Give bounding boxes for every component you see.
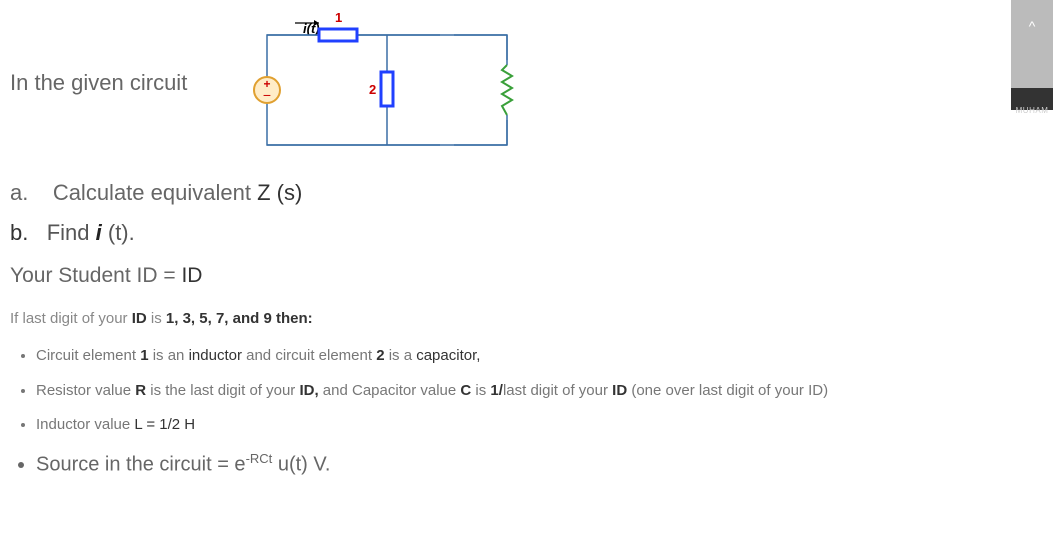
student-id-line: Your Student ID = ID bbox=[10, 264, 1043, 288]
cond-p2: is bbox=[147, 310, 166, 327]
it-label: i(t) bbox=[303, 21, 320, 36]
id-prefix: Your Student ID = bbox=[10, 264, 181, 287]
page-content: In the given circuit + − bbox=[0, 0, 1053, 479]
cond-b2: 1, 3, 5, 7, and 9 then: bbox=[166, 310, 313, 327]
condition-line: If last digit of your ID is 1, 3, 5, 7, … bbox=[10, 310, 1043, 327]
b-prefix: b. bbox=[10, 220, 28, 245]
el1-label: 1 bbox=[335, 10, 342, 25]
top-row: In the given circuit + − bbox=[10, 10, 1043, 150]
bullet-2: Resistor value R is the last digit of yo… bbox=[36, 380, 1043, 403]
problem-a: a. Calculate equivalent Z (s) bbox=[10, 180, 1043, 206]
problems: a. Calculate equivalent Z (s) b. Find i … bbox=[10, 180, 1043, 246]
b-rest: (t). bbox=[102, 220, 135, 245]
circuit-diagram: + − i(t) 1 2 bbox=[247, 10, 527, 150]
a-bold: Z (s) bbox=[257, 180, 302, 205]
cond-b1: ID bbox=[132, 310, 147, 327]
el2-label: 2 bbox=[369, 82, 376, 97]
bullet-1: Circuit element 1 is an inductor and cir… bbox=[36, 345, 1043, 368]
avatar bbox=[1011, 0, 1053, 88]
cond-p1: If last digit of your bbox=[10, 310, 132, 327]
b-text: Find bbox=[47, 220, 96, 245]
bullet-list: Circuit element 1 is an inductor and cir… bbox=[10, 345, 1043, 479]
a-text: Calculate equivalent bbox=[53, 180, 257, 205]
participant-name: MUHAM bbox=[1011, 106, 1053, 115]
problem-b: b. Find i (t). bbox=[10, 220, 1043, 246]
id-bold: ID bbox=[181, 264, 202, 287]
source-minus: − bbox=[263, 87, 271, 103]
bullet-3: Inductor value L = 1/2 H bbox=[36, 414, 1043, 437]
intro-text: In the given circuit bbox=[10, 70, 187, 96]
bullet-4: Source in the circuit = e-RCt u(t) V. bbox=[36, 449, 1043, 480]
participant-thumbnail[interactable]: ^ MUHAM bbox=[1011, 0, 1053, 110]
chevron-up-icon[interactable]: ^ bbox=[1011, 18, 1053, 34]
a-prefix: a. bbox=[10, 180, 28, 205]
